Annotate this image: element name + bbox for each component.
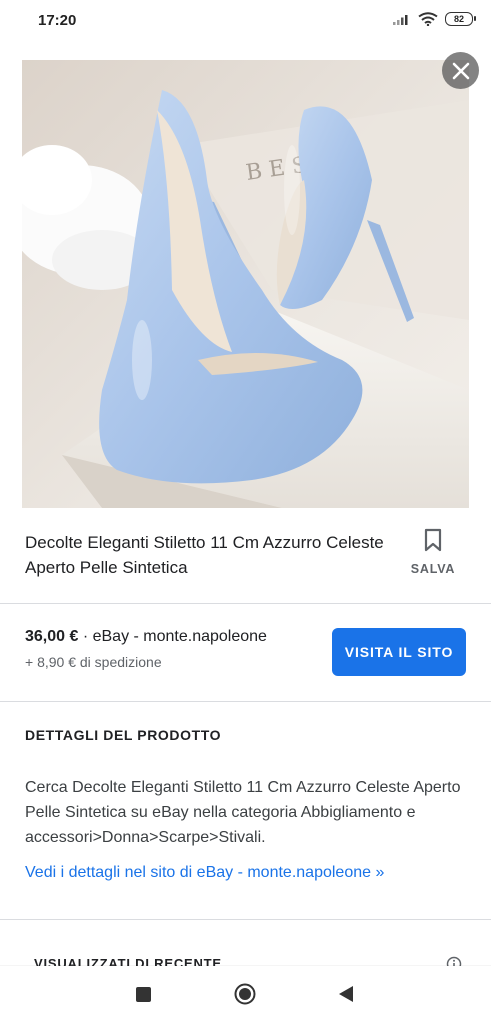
system-nav-bar xyxy=(0,966,491,1024)
divider xyxy=(0,919,491,920)
product-title: Decolte Eleganti Stiletto 11 Cm Azzurro … xyxy=(25,533,384,577)
wifi-icon xyxy=(418,12,438,26)
close-icon xyxy=(452,62,469,79)
battery-level: 82 xyxy=(453,14,464,24)
details-description: Cerca Decolte Eleganti Stiletto 11 Cm Az… xyxy=(25,779,461,846)
nav-recents-icon[interactable] xyxy=(136,987,151,1002)
price: 36,00 € xyxy=(25,628,79,645)
status-time: 17:20 xyxy=(38,12,77,29)
close-button[interactable] xyxy=(442,52,479,89)
signal-icon xyxy=(393,15,408,25)
seller-name: eBay - monte.napoleone xyxy=(92,628,267,645)
bookmark-icon xyxy=(424,528,442,552)
battery-icon: 82 xyxy=(445,12,476,26)
details-heading: DETTAGLI DEL PRODOTTO xyxy=(25,727,222,743)
status-icons: 82 xyxy=(393,12,476,26)
offer-row: 36,00 € · eBay - monte.napoleone + 8,90 … xyxy=(0,604,491,700)
nav-home-icon[interactable] xyxy=(234,983,256,1005)
nav-back-icon[interactable] xyxy=(338,985,354,1003)
price-line: 36,00 € · eBay - monte.napoleone xyxy=(25,628,267,646)
save-label: SALVA xyxy=(410,562,456,576)
divider xyxy=(0,701,491,702)
shipping-cost: + 8,90 € di spedizione xyxy=(25,654,162,670)
product-title-row: Decolte Eleganti Stiletto 11 Cm Azzurro … xyxy=(0,508,491,603)
price-separator: · xyxy=(78,628,93,645)
save-button[interactable]: SALVA xyxy=(404,528,462,584)
product-image[interactable]: B E S E E xyxy=(22,60,469,508)
shoe-photo: B E S E E xyxy=(22,60,469,508)
ebay-details-link[interactable]: Vedi i dettagli nel sito di eBay - monte… xyxy=(25,864,384,882)
visit-site-button[interactable]: VISITA IL SITO xyxy=(332,628,466,676)
status-bar: 17:20 82 xyxy=(0,0,491,44)
